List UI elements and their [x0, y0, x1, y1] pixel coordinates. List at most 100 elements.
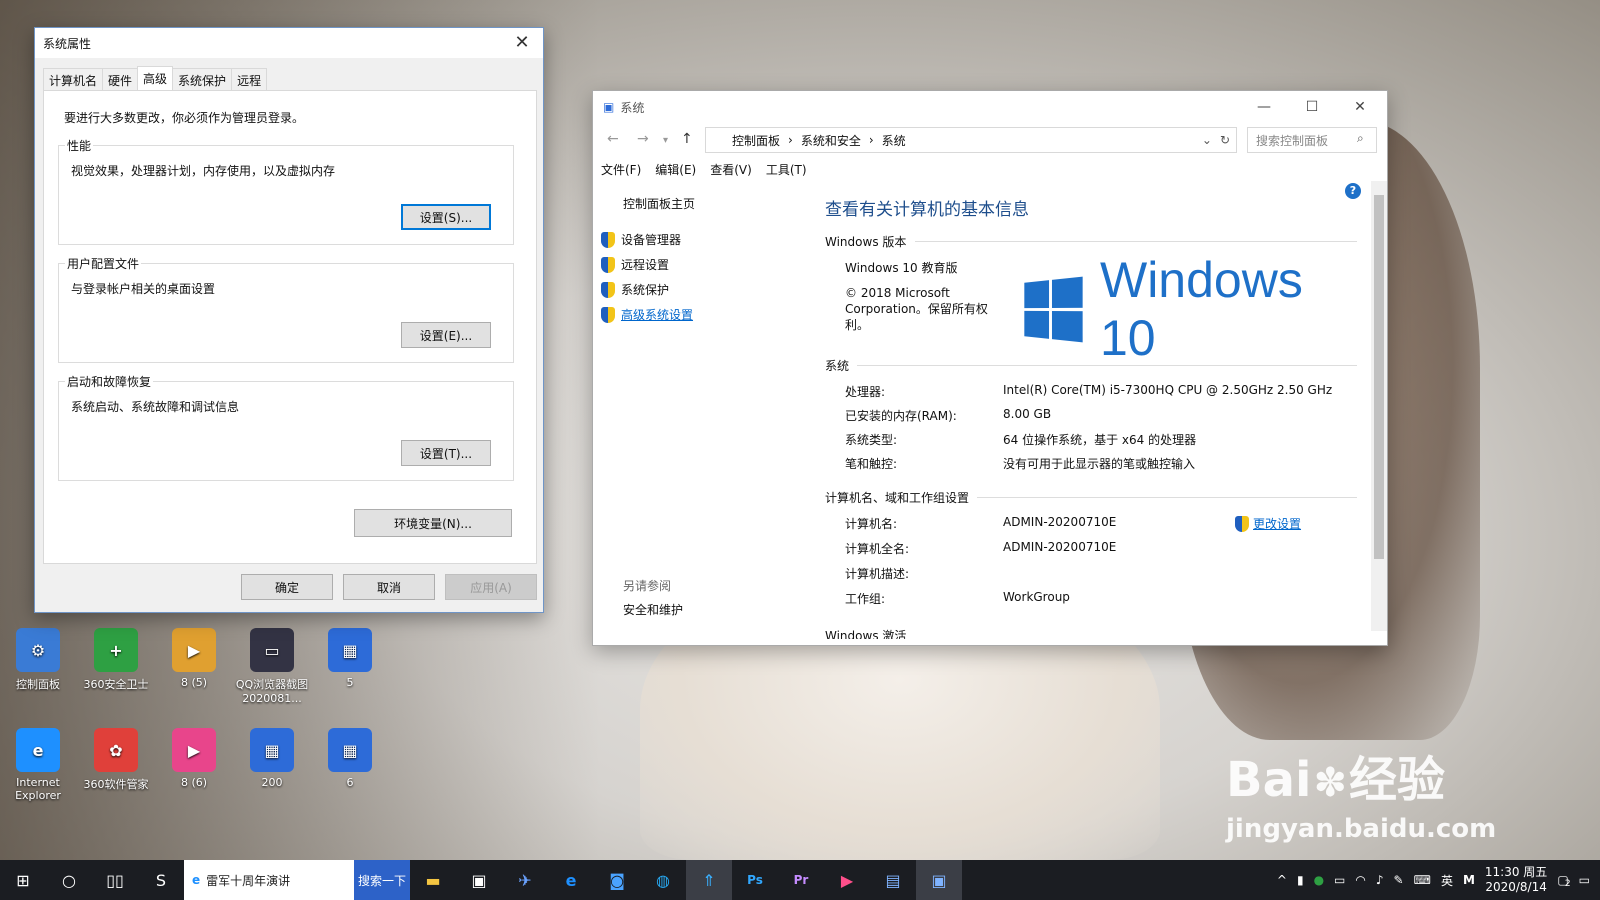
file-explorer-icon[interactable]: ▬: [410, 860, 456, 900]
desktop-icon-image: ▦: [328, 728, 372, 772]
360-tray-icon[interactable]: ●: [1314, 873, 1324, 887]
sidebar-item-remote-settings[interactable]: 远程设置: [601, 256, 669, 273]
action-center-icon[interactable]: ▭: [1579, 873, 1590, 887]
app-blue-icon[interactable]: ◙: [594, 860, 640, 900]
app-s-icon[interactable]: S: [138, 860, 184, 900]
device-icon[interactable]: ▮: [1297, 873, 1304, 887]
desktop-icon[interactable]: ▶ 8 (5): [156, 628, 232, 689]
desktop-icon-label: 360软件管家: [83, 778, 149, 791]
premiere-icon[interactable]: Pr: [778, 860, 824, 900]
environment-variables-button[interactable]: 环境变量(N)...: [354, 509, 512, 537]
desktop-icon-image: ▦: [250, 728, 294, 772]
desktop-icon[interactable]: ▭ QQ浏览器截图2020081...: [234, 628, 310, 705]
taskbar-search-button[interactable]: 搜索一下: [354, 860, 410, 900]
breadcrumb-item[interactable]: 控制面板: [732, 132, 780, 149]
ime-mode-icon[interactable]: M: [1463, 873, 1475, 887]
app-bird-icon[interactable]: ✈: [502, 860, 548, 900]
desktop-icon-image: ▶: [172, 628, 216, 672]
desktop-icon[interactable]: ▦ 200: [234, 728, 310, 789]
task-view-icon[interactable]: ▯▯: [92, 860, 138, 900]
close-icon[interactable]: ✕: [1337, 95, 1383, 119]
qq-browser-icon[interactable]: ◍: [640, 860, 686, 900]
startup-settings-button[interactable]: 设置(T)...: [401, 440, 491, 466]
system-window-icon[interactable]: ▣: [916, 860, 962, 900]
battery-icon[interactable]: ▭: [1334, 873, 1345, 887]
sidebar-home[interactable]: 控制面板主页: [623, 195, 695, 212]
tab-advanced[interactable]: 高级: [137, 66, 174, 93]
pen-icon[interactable]: ✎: [1394, 873, 1404, 887]
clock[interactable]: 11:30 周五 2020/8/14: [1485, 865, 1547, 895]
help-icon[interactable]: ?: [1345, 183, 1361, 199]
breadcrumb-item[interactable]: 系统: [882, 132, 906, 149]
chevron-down-icon[interactable]: ⌄: [1202, 133, 1212, 147]
recent-chevron-icon[interactable]: ▾: [663, 135, 668, 146]
menu-bar: 文件(F) 编辑(E) 查看(V) 工具(T): [601, 161, 807, 178]
windows-flag-icon: [1024, 276, 1083, 342]
user-profiles-settings-button[interactable]: 设置(E)...: [401, 322, 491, 348]
sidebar-item-device-manager[interactable]: 设备管理器: [601, 231, 681, 248]
refresh-icon[interactable]: ↻: [1220, 133, 1230, 147]
performance-settings-button[interactable]: 设置(S)...: [401, 204, 491, 230]
cortana-icon[interactable]: ○: [46, 860, 92, 900]
computer-icon: ▣: [603, 100, 615, 114]
menu-view[interactable]: 查看(V): [710, 161, 752, 178]
vertical-scrollbar[interactable]: [1371, 181, 1387, 631]
minimize-icon[interactable]: —: [1241, 95, 1287, 119]
ok-button[interactable]: 确定: [241, 574, 333, 600]
spec-label: 笔和触控:: [845, 457, 898, 471]
menu-tools[interactable]: 工具(T): [766, 161, 807, 178]
desktop-icon[interactable]: e Internet Explorer: [0, 728, 76, 802]
search-icon[interactable]: ⌕: [1357, 131, 1364, 146]
start-icon[interactable]: ⊞: [0, 860, 46, 900]
computer-value: ADMIN-20200710E: [1003, 515, 1117, 529]
control-panel-icon[interactable]: ▤: [870, 860, 916, 900]
change-settings-link[interactable]: 更改设置: [1235, 515, 1301, 532]
keyboard-icon[interactable]: ⌨: [1414, 873, 1431, 887]
divider: [857, 365, 1357, 366]
advanced-panel: 要进行大多数更改，你必须作为管理员登录。 性能 视觉效果，处理器计划，内存使用，…: [43, 90, 537, 564]
activation-section-title: Windows 激活: [825, 629, 907, 639]
edge-icon[interactable]: e: [548, 860, 594, 900]
up-icon[interactable]: ↑: [681, 131, 693, 147]
system-section-title: 系统: [825, 359, 850, 373]
notification-badge[interactable]: ▢ 2: [1557, 873, 1570, 889]
cancel-button[interactable]: 取消: [343, 574, 435, 600]
desktop-icon[interactable]: ▶ 8 (6): [156, 728, 232, 789]
breadcrumb-item[interactable]: 系统和安全: [801, 132, 861, 149]
sidebar-item-label: 高级系统设置: [621, 308, 694, 322]
desktop-icon[interactable]: ⚙ 控制面板: [0, 628, 76, 692]
ime-indicator[interactable]: 英: [1441, 872, 1453, 889]
desktop-icon[interactable]: ▦ 6: [312, 728, 388, 789]
group-title: 启动和故障恢复: [65, 373, 154, 390]
photoshop-icon[interactable]: Ps: [732, 860, 778, 900]
menu-file[interactable]: 文件(F): [601, 161, 641, 178]
maximize-icon[interactable]: ☐: [1289, 95, 1335, 119]
close-icon[interactable]: ✕: [507, 31, 537, 55]
spec-value: Intel(R) Core(TM) i5-7300HQ CPU @ 2.50GH…: [1003, 383, 1333, 397]
taskbar-search[interactable]: e 雷军十周年演讲: [184, 860, 354, 900]
desktop-icon[interactable]: ▦ 5: [312, 628, 388, 689]
system-properties-dialog: 系统属性 ✕ 计算机名 硬件 高级 系统保护 远程 要进行大多数更改，你必须作为…: [34, 27, 544, 613]
sidebar-item-system-protection[interactable]: 系统保护: [601, 281, 669, 298]
youku-icon[interactable]: ▶: [824, 860, 870, 900]
chevron-up-icon[interactable]: ^: [1277, 873, 1287, 887]
volume-icon[interactable]: ♪: [1376, 873, 1384, 887]
group-title: 用户配置文件: [65, 255, 142, 272]
back-icon[interactable]: ←: [607, 131, 619, 147]
scrollbar-thumb[interactable]: [1374, 195, 1384, 559]
computer-label: 工作组:: [845, 592, 886, 606]
desktop-icon[interactable]: +360安全卫士: [78, 628, 154, 692]
shield-icon: [601, 256, 615, 273]
store-icon[interactable]: ▣: [456, 860, 502, 900]
forward-icon[interactable]: →: [637, 131, 649, 147]
breadcrumb[interactable]: 控制面板 › 系统和安全 › 系统 ⌄ ↻: [705, 127, 1237, 153]
menu-edit[interactable]: 编辑(E): [655, 161, 696, 178]
desktop-icon-label: 8 (6): [180, 776, 208, 789]
wifi-icon[interactable]: ◠: [1355, 873, 1365, 887]
app-active-icon[interactable]: ⇑: [686, 860, 732, 900]
apply-button[interactable]: 应用(A): [445, 574, 537, 600]
sidebar-item-advanced-settings[interactable]: 高级系统设置: [601, 306, 693, 323]
desktop-icon[interactable]: ✿ 360软件管家: [78, 728, 154, 792]
computer-section-title: 计算机名、域和工作组设置: [825, 491, 970, 505]
security-maintenance-link[interactable]: 安全和维护: [623, 601, 683, 618]
